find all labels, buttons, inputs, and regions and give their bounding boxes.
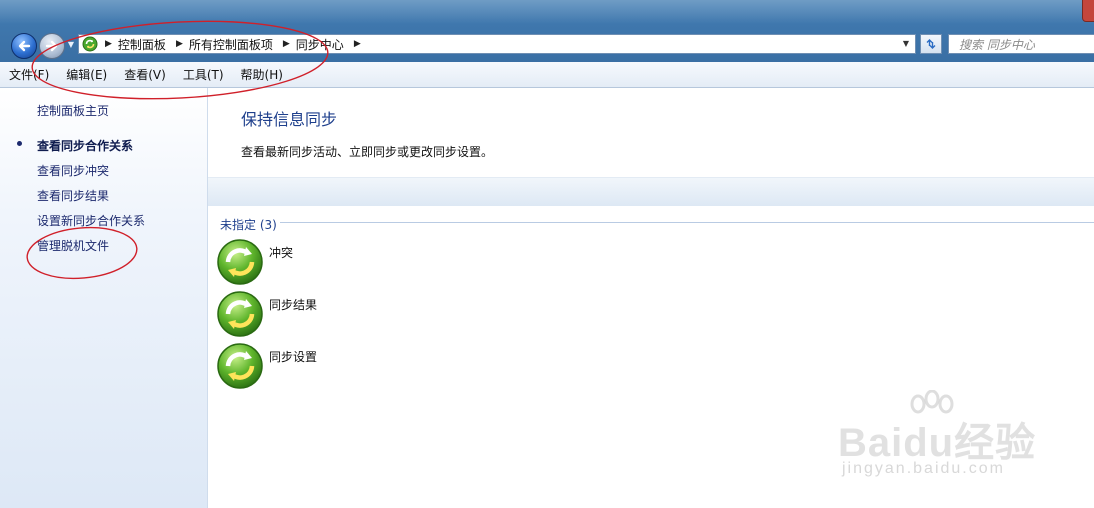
breadcrumb-separator-icon[interactable]: ▶ — [283, 39, 290, 49]
list-item-sync-results[interactable]: 同步结果 — [216, 290, 416, 340]
menu-tools[interactable]: 工具(T) — [174, 62, 232, 88]
group-header-unspecified[interactable]: 未指定 (3) — [220, 216, 277, 233]
titlebar-shine — [0, 0, 1094, 24]
breadcrumb-separator-icon[interactable]: ▶ — [176, 39, 183, 49]
active-bullet-icon — [17, 141, 22, 146]
sync-icon — [217, 239, 263, 285]
nav-control-panel-home[interactable]: 控制面板主页 — [37, 102, 109, 119]
refresh-icon — [926, 39, 936, 49]
watermark-url: jingyan.baidu.com — [842, 460, 1005, 477]
address-bar[interactable]: ▶ 控制面板 ▶ 所有控制面板项 ▶ 同步中心 ▶ ▼ — [78, 34, 916, 54]
list-item-label: 同步设置 — [269, 350, 318, 364]
menu-help[interactable]: 帮助(H) — [232, 62, 291, 88]
sync-icon — [217, 291, 263, 337]
page-title: 保持信息同步 — [241, 110, 338, 129]
breadcrumb-separator-icon[interactable]: ▶ — [354, 39, 361, 49]
baidu-jingyan-watermark: Baidu经验 jingyan.baidu.com — [838, 390, 1038, 485]
sync-icon — [217, 343, 263, 389]
search-box[interactable]: 搜索 同步中心 — [948, 34, 1094, 54]
list-item-conflicts[interactable]: 冲突 — [216, 238, 416, 288]
back-arrow-icon — [18, 40, 31, 52]
page-description: 查看最新同步活动、立即同步或更改同步设置。 — [241, 145, 494, 159]
nav-view-sync-results[interactable]: 查看同步结果 — [37, 187, 109, 204]
breadcrumb-all-items[interactable]: 所有控制面板项 — [189, 36, 273, 53]
nav-view-sync-partnerships[interactable]: 查看同步合作关系 — [37, 137, 133, 154]
window-titlebar: ▼ ▶ 控制面板 ▶ 所有控制面板项 ▶ 同步中心 ▶ ▼ 搜索 同步中心 — [0, 0, 1094, 62]
command-bar — [208, 177, 1094, 206]
close-button[interactable] — [1082, 0, 1094, 22]
list-item-sync-settings[interactable]: 同步设置 — [216, 342, 416, 392]
breadcrumb-separator-icon[interactable]: ▶ — [105, 39, 112, 49]
menu-file[interactable]: 文件(F) — [0, 62, 57, 88]
menu-edit[interactable]: 编辑(E) — [57, 62, 115, 88]
list-item-label: 同步结果 — [269, 298, 318, 312]
breadcrumb-sync-center[interactable]: 同步中心 — [296, 36, 344, 53]
search-input[interactable]: 搜索 同步中心 — [949, 36, 1035, 53]
address-dropdown-icon[interactable]: ▼ — [900, 38, 912, 50]
forward-button[interactable] — [39, 33, 65, 59]
recent-pages-dropdown-icon[interactable]: ▼ — [66, 40, 76, 50]
refresh-button[interactable] — [920, 34, 942, 54]
nav-set-up-new-partnership[interactable]: 设置新同步合作关系 — [37, 212, 145, 229]
nav-view-sync-conflicts[interactable]: 查看同步冲突 — [37, 162, 109, 179]
nav-manage-offline-files[interactable]: 管理脱机文件 — [37, 237, 109, 254]
forward-arrow-icon — [45, 40, 58, 52]
menu-view[interactable]: 查看(V) — [115, 62, 174, 88]
group-divider — [280, 222, 1094, 223]
back-button[interactable] — [11, 33, 37, 59]
list-item-label: 冲突 — [269, 246, 294, 260]
sync-center-small-icon — [81, 35, 99, 53]
menu-bar: 文件(F) 编辑(E) 查看(V) 工具(T) 帮助(H) — [0, 62, 1094, 88]
breadcrumb-control-panel[interactable]: 控制面板 — [118, 36, 166, 53]
